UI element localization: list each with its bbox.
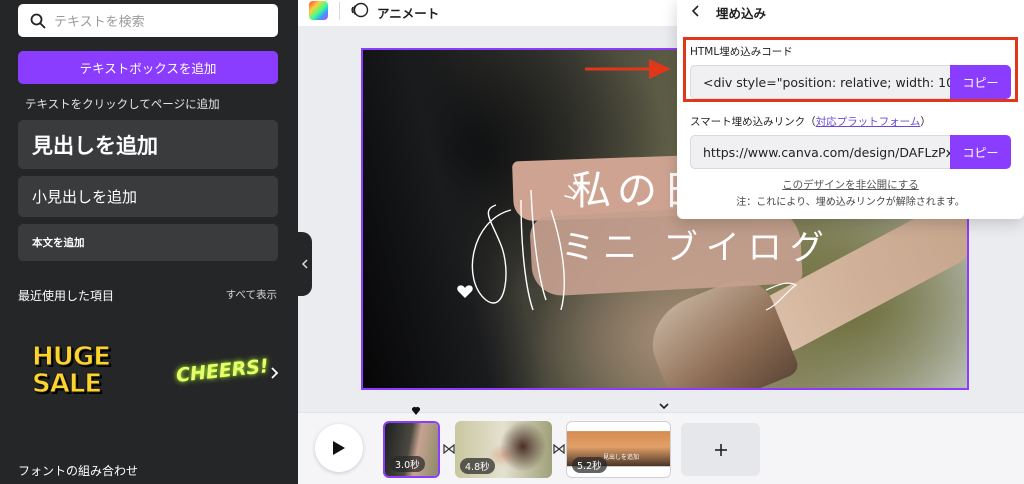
annotation-arrow-icon bbox=[585, 59, 671, 79]
toolbar-divider bbox=[339, 2, 340, 20]
click-hint: テキストをクリックしてページに追加 bbox=[25, 97, 220, 111]
unpublish-link[interactable]: このデザインを非公開にする bbox=[782, 179, 919, 191]
unpublish-note: 注：これにより、埋め込みリンクが解除されます。 bbox=[736, 197, 965, 208]
timeline-clip-2[interactable]: 4.8秒 bbox=[455, 421, 552, 478]
transition-icon[interactable] bbox=[443, 444, 455, 454]
animate-icon[interactable] bbox=[351, 1, 369, 19]
embed-panel: 埋め込み HTML埋め込みコード <div style="position: r… bbox=[677, 0, 1024, 219]
smart-link-label-prefix: スマート埋め込みリンク（ bbox=[690, 116, 816, 128]
back-arrow-icon[interactable] bbox=[690, 4, 702, 18]
add-heading-option[interactable]: 見出しを追加 bbox=[18, 120, 278, 169]
clip-label: 見出しを追加 bbox=[603, 454, 640, 461]
recent-item-line2: SALE bbox=[32, 369, 103, 399]
add-page-button[interactable] bbox=[681, 423, 760, 476]
see-all-link[interactable]: すべて表示 bbox=[226, 287, 277, 302]
font-combo-title: フォントの組み合わせ bbox=[18, 464, 139, 478]
annotation-highlight-box bbox=[683, 37, 1018, 102]
animate-button[interactable]: アニメート bbox=[377, 3, 439, 22]
transition-icon[interactable] bbox=[553, 444, 565, 454]
smart-link-label-suffix: ） bbox=[920, 116, 931, 128]
embed-panel-title: 埋め込み bbox=[716, 6, 767, 21]
panel-collapse-handle[interactable] bbox=[298, 232, 312, 296]
supported-platforms-link[interactable]: 対応プラットフォーム bbox=[816, 116, 921, 128]
chevron-right-icon[interactable] bbox=[268, 366, 280, 380]
add-subheading-option[interactable]: 小見出しを追加 bbox=[18, 176, 278, 217]
recent-title: 最近使用した項目 bbox=[18, 289, 115, 303]
plus-icon bbox=[714, 443, 727, 456]
smart-link-field[interactable]: https://www.canva.com/design/DAFLzPxu7nc… bbox=[690, 135, 951, 169]
recent-items: HUGE SALE CHEERS! bbox=[18, 318, 288, 436]
recent-item-cheers[interactable]: CHEERS! bbox=[175, 355, 270, 387]
timeline-clip-1[interactable]: 3.0秒 bbox=[383, 421, 440, 478]
play-icon bbox=[333, 441, 345, 455]
text-panel: テキストを検索 テキストボックスを追加 テキストをクリックしてページに追加 見出… bbox=[0, 0, 298, 484]
clip-duration: 4.8秒 bbox=[460, 458, 495, 474]
chevron-down-icon[interactable] bbox=[654, 400, 674, 412]
add-body-option[interactable]: 本文を追加 bbox=[18, 224, 278, 261]
play-button[interactable] bbox=[315, 424, 363, 472]
search-input[interactable]: テキストを検索 bbox=[18, 4, 278, 37]
smart-link-label: スマート埋め込みリンク（対応プラットフォーム） bbox=[690, 114, 931, 129]
recent-item-line1: HUGE bbox=[32, 342, 112, 372]
clip-duration: 5.2秒 bbox=[572, 457, 607, 473]
clip-duration: 3.0秒 bbox=[390, 456, 425, 472]
recent-item-huge-sale[interactable]: HUGE SALE bbox=[32, 342, 112, 399]
color-picker-swatch[interactable] bbox=[309, 1, 328, 20]
add-textbox-button[interactable]: テキストボックスを追加 bbox=[18, 51, 278, 84]
timeline-clip-3[interactable]: 見出しを追加 5.2秒 bbox=[566, 421, 671, 478]
copy-link-button[interactable]: コピー bbox=[950, 135, 1011, 169]
search-placeholder: テキストを検索 bbox=[54, 15, 145, 30]
search-icon bbox=[30, 13, 46, 28]
unpublish-row: このデザインを非公開にする bbox=[677, 177, 1024, 192]
chevron-left-icon bbox=[301, 259, 308, 269]
playhead-marker-icon[interactable] bbox=[411, 406, 421, 416]
